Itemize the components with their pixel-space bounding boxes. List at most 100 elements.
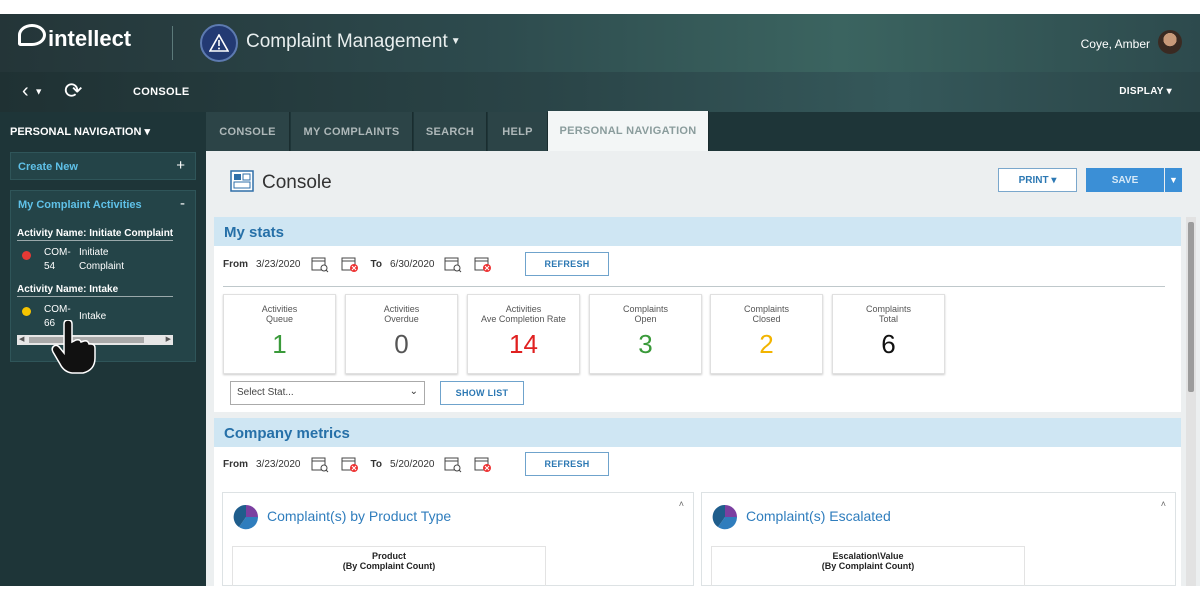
tab-search[interactable]: SEARCH bbox=[414, 112, 487, 151]
header-divider bbox=[172, 26, 173, 60]
widget-title: Complaint(s) Escalated bbox=[746, 508, 891, 524]
status-dot-yellow-icon bbox=[22, 307, 31, 316]
app-header: intellect Complaint Management ▼ Coye, Am… bbox=[0, 14, 1200, 72]
from-label: From bbox=[223, 258, 248, 270]
my-complaint-activities-panel: My Complaint Activities - Activity Name:… bbox=[10, 190, 196, 362]
calendar-clear-icon[interactable] bbox=[341, 455, 359, 473]
refresh-button[interactable]: REFRESH bbox=[525, 252, 609, 276]
scroll-right-icon[interactable]: ▶ bbox=[166, 335, 171, 343]
stat-card[interactable]: Activities Overdue 0 bbox=[345, 294, 458, 374]
display-menu[interactable]: DISPLAY ▾ bbox=[1119, 86, 1172, 97]
activity-id[interactable]: COM- 54 bbox=[44, 246, 74, 274]
bottom-margin bbox=[0, 586, 1200, 600]
stat-card[interactable]: Complaints Total 6 bbox=[832, 294, 945, 374]
hand-cursor-icon bbox=[51, 320, 96, 374]
save-button[interactable]: SAVE bbox=[1086, 168, 1164, 192]
stat-value: 0 bbox=[394, 329, 409, 359]
app-switcher[interactable]: Complaint Management ▼ bbox=[246, 31, 461, 53]
stat-card[interactable]: Activities Queue 1 bbox=[223, 294, 336, 374]
stat-value: 3 bbox=[638, 329, 653, 359]
escalated-widget: Complaint(s) Escalated ˄ Escalation\Valu… bbox=[701, 492, 1176, 587]
stat-value: 6 bbox=[881, 329, 896, 359]
widget-title: Complaint(s) by Product Type bbox=[267, 508, 452, 524]
to-date[interactable]: 5/20/2020 bbox=[390, 459, 435, 470]
activity-description[interactable]: Initiate Complaint bbox=[79, 246, 124, 274]
page-title: Console bbox=[262, 172, 332, 193]
chart-title: Product bbox=[371, 551, 406, 561]
personal-navigation-title: PERSONAL NAVIGATION bbox=[10, 126, 142, 138]
stat-value: 1 bbox=[272, 329, 287, 359]
intellect-logo[interactable]: intellect bbox=[18, 24, 132, 52]
to-label: To bbox=[370, 458, 382, 470]
from-label: From bbox=[223, 458, 248, 470]
date-range: From 3/23/2020 To 5/20/2020 bbox=[223, 452, 504, 476]
from-date[interactable]: 3/23/2020 bbox=[256, 459, 301, 470]
calendar-search-icon[interactable] bbox=[311, 455, 329, 473]
collapse-icon[interactable]: ˄ bbox=[1161, 499, 1166, 509]
back-button[interactable]: ‹ ▼ bbox=[22, 80, 43, 103]
tab-help[interactable]: HELP bbox=[488, 112, 548, 151]
refresh-icon[interactable]: ⟳ bbox=[64, 78, 82, 104]
from-date[interactable]: 3/23/2020 bbox=[256, 259, 301, 270]
calendar-clear-icon[interactable] bbox=[341, 255, 359, 273]
caret-down-icon: ▼ bbox=[34, 86, 44, 97]
stat-card[interactable]: Activities Ave Completion Rate 14 bbox=[467, 294, 580, 374]
tab-my-complaints[interactable]: MY COMPLAINTS bbox=[291, 112, 413, 151]
sidebar: PERSONAL NAVIGATION ▾ Create New + My Co… bbox=[0, 112, 206, 586]
select-stat-dropdown[interactable]: Select Stat... ⌄ bbox=[230, 381, 425, 405]
vertical-scrollbar[interactable] bbox=[1186, 217, 1196, 586]
stat-subtitle: Open bbox=[634, 314, 657, 324]
app-title: Complaint Management bbox=[246, 31, 448, 52]
print-button[interactable]: PRINT ▾ bbox=[998, 168, 1077, 192]
calendar-search-icon[interactable] bbox=[311, 255, 329, 273]
activities-header[interactable]: My Complaint Activities bbox=[18, 199, 142, 211]
select-stat-value: Select Stat... bbox=[237, 387, 294, 398]
stat-title: Activities bbox=[505, 304, 542, 314]
user-name[interactable]: Coye, Amber bbox=[1081, 37, 1150, 51]
create-new-panel[interactable]: Create New + bbox=[10, 152, 196, 180]
pie-chart-icon bbox=[712, 504, 738, 530]
calendar-search-icon[interactable] bbox=[444, 455, 462, 473]
tab-personal-navigation[interactable]: PERSONAL NAVIGATION bbox=[548, 111, 709, 151]
stat-card[interactable]: Complaints Open 3 bbox=[589, 294, 702, 374]
tab-console[interactable]: CONSOLE bbox=[206, 112, 290, 151]
create-new-label: Create New bbox=[18, 161, 78, 173]
stat-subtitle: Closed bbox=[752, 314, 781, 324]
main-panel: Console PRINT ▾ SAVE ▼ My stats From 3/2… bbox=[206, 151, 1200, 587]
avatar[interactable] bbox=[1158, 30, 1182, 54]
collapse-icon[interactable]: ˄ bbox=[679, 499, 684, 509]
activity-name: Activity Name: Initiate Complaint bbox=[17, 228, 173, 241]
stat-title: Complaints bbox=[622, 304, 669, 314]
print-label: PRINT bbox=[1018, 174, 1049, 186]
chart-subtitle: (By Complaint Count) bbox=[342, 561, 436, 571]
warning-triangle-icon bbox=[200, 24, 238, 62]
calendar-clear-icon[interactable] bbox=[474, 255, 492, 273]
scrollbar-thumb[interactable] bbox=[1188, 222, 1194, 392]
show-list-button[interactable]: SHOW LIST bbox=[440, 381, 524, 405]
chart-panel: Escalation\Value (By Complaint Count) bbox=[711, 546, 1025, 587]
chart-panel: Product (By Complaint Count) bbox=[232, 546, 546, 587]
chart-subtitle: (By Complaint Count) bbox=[821, 561, 915, 571]
sub-toolbar: ‹ ▼ ⟳ CONSOLE DISPLAY ▾ bbox=[0, 72, 1200, 112]
calendar-clear-icon[interactable] bbox=[474, 455, 492, 473]
display-label: DISPLAY bbox=[1119, 86, 1164, 97]
page-title: CONSOLE bbox=[133, 86, 190, 98]
personal-navigation-menu[interactable]: PERSONAL NAVIGATION ▾ bbox=[10, 125, 150, 138]
stat-title: Complaints bbox=[865, 304, 912, 314]
scroll-left-icon[interactable]: ◀ bbox=[19, 335, 24, 343]
stat-subtitle: Ave Completion Rate bbox=[481, 314, 566, 324]
collapse-icon[interactable]: - bbox=[180, 195, 185, 212]
calendar-search-icon[interactable] bbox=[444, 255, 462, 273]
plus-icon[interactable]: + bbox=[176, 157, 185, 174]
section-title: My stats bbox=[214, 217, 1181, 246]
date-range: From 3/23/2020 To 6/30/2020 bbox=[223, 252, 504, 276]
to-date[interactable]: 6/30/2020 bbox=[390, 259, 435, 270]
stat-card[interactable]: Complaints Closed 2 bbox=[710, 294, 823, 374]
divider bbox=[223, 286, 1165, 287]
pie-chart-icon bbox=[233, 504, 259, 530]
logo-text: intellect bbox=[48, 26, 132, 51]
console-icon bbox=[230, 170, 254, 192]
save-dropdown-button[interactable]: ▼ bbox=[1165, 168, 1182, 192]
refresh-button[interactable]: REFRESH bbox=[525, 452, 609, 476]
stat-value: 2 bbox=[759, 329, 774, 359]
